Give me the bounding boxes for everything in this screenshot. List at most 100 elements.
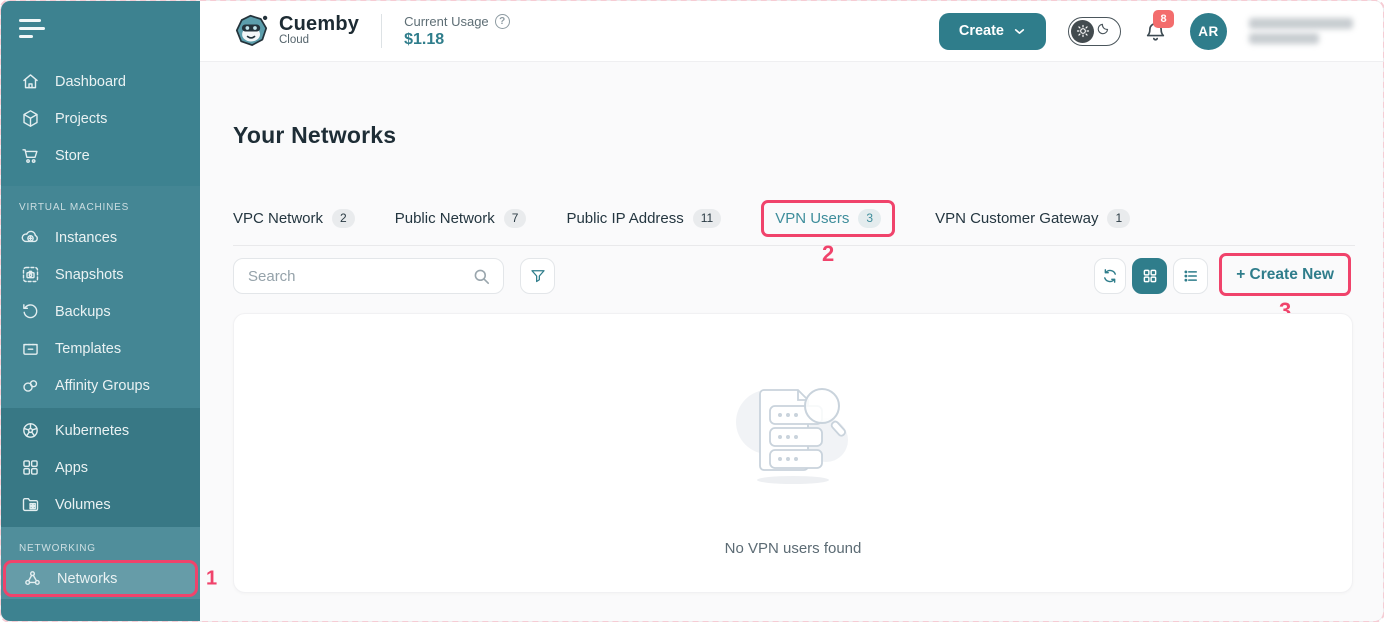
refresh-button[interactable] bbox=[1094, 258, 1126, 294]
empty-state-illustration bbox=[736, 388, 848, 484]
kubernetes-icon bbox=[20, 420, 41, 441]
create-new-label: + Create New bbox=[1236, 265, 1334, 283]
sidebar-section: NETWORKING Networks 1 bbox=[1, 527, 217, 599]
help-icon[interactable]: ? bbox=[494, 13, 510, 29]
sidebar-item-affinity-groups[interactable]: Affinity Groups bbox=[1, 367, 200, 404]
tab-count-badge: 7 bbox=[503, 208, 527, 229]
usage-value: $1.18 bbox=[404, 30, 445, 48]
tab-vpc-network[interactable]: VPC Network 2 bbox=[233, 208, 355, 229]
template-icon bbox=[20, 338, 41, 359]
chevron-down-icon bbox=[1014, 28, 1025, 34]
sidebar-item-snapshots[interactable]: Snapshots bbox=[1, 256, 200, 293]
notifications-bell[interactable]: 8 bbox=[1143, 9, 1174, 44]
grid-view-button[interactable] bbox=[1132, 258, 1167, 294]
theme-toggle[interactable] bbox=[1068, 16, 1121, 46]
filter-funnel-icon bbox=[530, 270, 545, 283]
tab-label: VPC Network bbox=[233, 210, 324, 227]
sidebar-item-label: Kubernetes bbox=[55, 422, 130, 439]
sidebar-item-projects[interactable]: Projects bbox=[1, 100, 200, 137]
tab-label: Public Network bbox=[394, 210, 495, 227]
usage-label: Current Usage bbox=[404, 13, 489, 29]
sidebar-item-label: Instances bbox=[55, 229, 118, 246]
sidebar-item-apps[interactable]: Apps bbox=[1, 449, 200, 486]
sidebar-section: Kubernetes Apps Volumes bbox=[1, 408, 200, 527]
home-icon bbox=[20, 71, 41, 92]
annotation-step-1: 1 bbox=[206, 567, 218, 589]
backup-icon bbox=[20, 301, 41, 322]
apps-icon bbox=[20, 457, 41, 478]
sidebar-item-label: Affinity Groups bbox=[55, 377, 150, 394]
sidebar-section-label: VIRTUAL MACHINES bbox=[19, 202, 130, 213]
volumes-icon bbox=[20, 494, 41, 515]
grid-view-icon bbox=[1143, 269, 1156, 283]
toolbar: + Create New 3 bbox=[233, 253, 1351, 323]
tab-count-badge: 3 bbox=[858, 208, 882, 229]
sidebar: Dashboard Projects Store VIRTUAL MACHINES In… bbox=[1, 1, 217, 621]
create-new-button[interactable]: + Create New 3 bbox=[1219, 253, 1351, 323]
tab-label: Public IP Address bbox=[566, 210, 684, 227]
current-usage: Current Usage ? $1.18 bbox=[404, 13, 510, 49]
sidebar-item-instances[interactable]: Instances bbox=[1, 219, 200, 256]
network-tabs: VPC Network 2 Public Network 7 Public IP Add… bbox=[233, 192, 1355, 266]
notification-count-badge: 8 bbox=[1153, 9, 1174, 28]
sidebar-section: Dashboard Projects Store bbox=[1, 59, 200, 178]
brand-logo-group[interactable]: Cuemby Cloud bbox=[233, 13, 359, 50]
sidebar-item-kubernetes[interactable]: Kubernetes bbox=[1, 412, 200, 449]
list-view-icon bbox=[1183, 270, 1197, 282]
empty-state-card: No VPN users found bbox=[233, 313, 1353, 593]
top-header: Cuemby Cloud Current Usage ? $1.18 Creat… bbox=[200, 1, 1383, 62]
filter-button[interactable] bbox=[520, 258, 555, 294]
sidebar-item-label: Networks bbox=[57, 570, 118, 587]
hamburger-menu-icon[interactable] bbox=[1, 1, 200, 59]
cloud-instance-icon bbox=[20, 227, 41, 248]
tab-count-badge: 11 bbox=[692, 208, 722, 229]
app-window: Dashboard Projects Store VIRTUAL MACHINES In… bbox=[0, 0, 1384, 622]
brand-name: Cuemby bbox=[279, 13, 360, 36]
tab-vpn-customer-gateway[interactable]: VPN Customer Gateway 1 bbox=[935, 208, 1131, 229]
tab-count-badge: 1 bbox=[1107, 208, 1131, 229]
empty-state-message: No VPN users found bbox=[724, 540, 862, 557]
create-button[interactable]: Create bbox=[938, 12, 1046, 50]
refresh-icon bbox=[1104, 269, 1116, 283]
tab-vpn-users[interactable]: VPN Users 3 2 bbox=[761, 199, 896, 266]
sidebar-item-label: Volumes bbox=[55, 496, 111, 513]
search-icon bbox=[474, 269, 490, 284]
header-divider bbox=[381, 14, 383, 48]
network-icon bbox=[22, 568, 43, 589]
sidebar-sections: Dashboard Projects Store VIRTUAL MACHINES In… bbox=[1, 59, 217, 599]
tab-label: VPN Customer Gateway bbox=[935, 210, 1099, 227]
sun-icon bbox=[1071, 19, 1094, 43]
tab-public-network[interactable]: Public Network 7 bbox=[394, 208, 527, 229]
sidebar-section-label: NETWORKING bbox=[19, 543, 96, 554]
snapshot-icon bbox=[20, 264, 41, 285]
cube-icon bbox=[20, 108, 41, 129]
sidebar-item-label: Backups bbox=[55, 303, 111, 320]
main-content: Your Networks VPC Network 2 Public Network… bbox=[200, 62, 1383, 621]
sidebar-item-label: Dashboard bbox=[55, 73, 126, 90]
sidebar-item-volumes[interactable]: Volumes bbox=[1, 486, 200, 523]
cart-icon bbox=[20, 145, 41, 166]
tab-public-ip-address[interactable]: Public IP Address 11 bbox=[566, 208, 722, 229]
list-view-button[interactable] bbox=[1173, 258, 1208, 294]
tab-label: VPN Users bbox=[775, 210, 850, 227]
sidebar-item-label: Projects bbox=[55, 110, 108, 127]
cuemby-robot-logo-icon bbox=[235, 14, 268, 46]
avatar[interactable]: AR bbox=[1190, 12, 1227, 50]
sidebar-item-backups[interactable]: Backups bbox=[1, 293, 200, 330]
sidebar-section: VIRTUAL MACHINES Instances Snapshots Backup… bbox=[1, 186, 200, 408]
search-box bbox=[233, 258, 504, 294]
search-input[interactable] bbox=[248, 267, 472, 285]
page-title: Your Networks bbox=[233, 122, 397, 148]
sidebar-item-dashboard[interactable]: Dashboard bbox=[1, 63, 200, 100]
moon-icon bbox=[1096, 21, 1111, 41]
sidebar-item-networks[interactable]: Networks 1 bbox=[3, 560, 217, 597]
create-button-label: Create bbox=[958, 23, 1004, 39]
brand-subtitle: Cloud bbox=[279, 34, 310, 47]
sidebar-item-label: Store bbox=[55, 147, 90, 164]
user-name-redacted bbox=[1249, 18, 1353, 44]
sidebar-item-store[interactable]: Store bbox=[1, 137, 200, 174]
affinity-icon bbox=[20, 375, 41, 396]
sidebar-item-templates[interactable]: Templates bbox=[1, 330, 200, 367]
sidebar-item-label: Snapshots bbox=[55, 266, 124, 283]
sidebar-item-label: Apps bbox=[55, 459, 89, 476]
